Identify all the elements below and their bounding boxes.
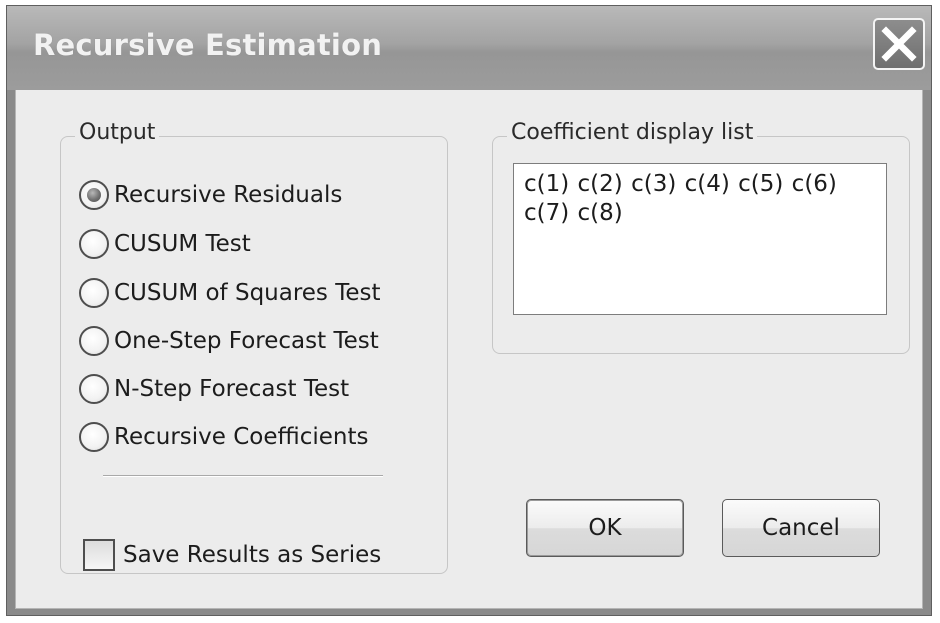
radio-button[interactable]: [79, 422, 109, 452]
radio-button[interactable]: [79, 180, 109, 210]
radio-button[interactable]: [79, 374, 109, 404]
radio-label: Recursive Coefficients: [114, 424, 369, 450]
close-button[interactable]: [873, 18, 925, 70]
close-icon: [881, 26, 917, 62]
radio-recursive-residuals[interactable]: Recursive Residuals: [79, 175, 342, 215]
save-results-checkbox-row[interactable]: Save Results as Series: [83, 533, 381, 577]
radio-button[interactable]: [79, 326, 109, 356]
radio-button[interactable]: [79, 229, 109, 259]
coefficient-group-legend: Coefficient display list: [507, 120, 758, 145]
title-bar[interactable]: Recursive Estimation: [7, 6, 931, 90]
radio-label: N-Step Forecast Test: [114, 376, 350, 402]
cancel-button[interactable]: Cancel: [722, 499, 880, 557]
radio-label: CUSUM of Squares Test: [114, 280, 381, 306]
radio-n-step-forecast-test[interactable]: N-Step Forecast Test: [79, 369, 349, 409]
coefficient-display-group: Coefficient display list c(1) c(2) c(3) …: [492, 120, 910, 354]
coefficient-list-field[interactable]: c(1) c(2) c(3) c(4) c(5) c(6) c(7) c(8): [513, 163, 887, 315]
radio-recursive-coefficients[interactable]: Recursive Coefficients: [79, 417, 369, 457]
radio-label: Recursive Residuals: [114, 182, 343, 208]
radio-label: One-Step Forecast Test: [114, 328, 379, 354]
checkbox-label: Save Results as Series: [123, 542, 382, 568]
radio-one-step-forecast-test[interactable]: One-Step Forecast Test: [79, 321, 379, 361]
recursive-estimation-dialog: Recursive Estimation Output Recursive Re…: [6, 5, 932, 616]
dialog-body: Output Recursive Residuals CUSUM Test CU…: [15, 90, 923, 609]
radio-cusum-test[interactable]: CUSUM Test: [79, 224, 251, 264]
divider: [103, 475, 383, 477]
ok-button[interactable]: OK: [526, 499, 684, 557]
checkbox[interactable]: [83, 539, 115, 571]
radio-cusum-of-squares-test[interactable]: CUSUM of Squares Test: [79, 273, 381, 313]
radio-button[interactable]: [79, 278, 109, 308]
radio-label: CUSUM Test: [114, 231, 251, 257]
dialog-title: Recursive Estimation: [33, 28, 383, 62]
output-group-legend: Output: [75, 120, 160, 145]
output-group: Output Recursive Residuals CUSUM Test CU…: [60, 120, 448, 577]
